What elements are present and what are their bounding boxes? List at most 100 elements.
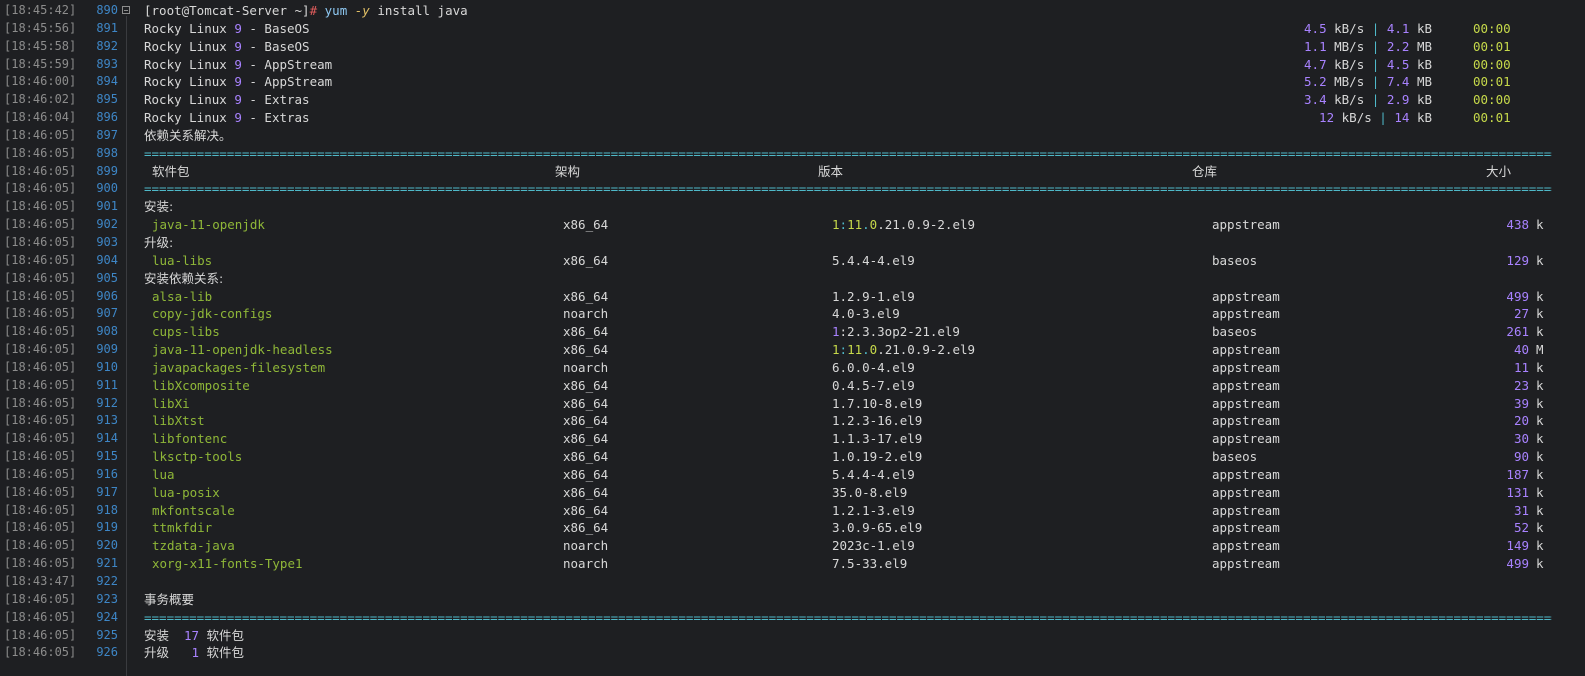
repo-distro: Rocky Linux	[144, 110, 235, 126]
line-number: 899	[96, 163, 118, 178]
version-rest: .21.0.9-2.el9	[877, 342, 976, 358]
terminal-line: [18:46:05] 904 lua-libs x86_64 5.4.4-4.el9 ba…	[0, 252, 1585, 270]
package-repo: appstream	[1212, 502, 1280, 518]
timestamp: [18:46:05]	[4, 181, 77, 196]
package-size-unit: M	[1536, 342, 1544, 358]
line-number: 895	[96, 92, 118, 107]
version-dot: .	[862, 217, 870, 233]
terminal-line: [18:46:05] 913 libXtst x86_64 1.2.3-16.el9 ap…	[0, 412, 1585, 430]
package-version: 4.0-3.el9	[832, 305, 900, 323]
rate-unit: kB/s	[1341, 110, 1372, 126]
terminal-line: [18:46:05] 926 升级 1 软件包	[0, 644, 1585, 662]
package-version: 1:11.0.21.0.9-2.el9	[832, 341, 975, 359]
package-arch: x86_64	[563, 252, 609, 268]
timestamp: [18:45:42]	[4, 3, 77, 17]
version-rest: 1.2.9-1.el9	[832, 288, 915, 304]
rate-value: 1.1	[1304, 38, 1327, 54]
package-version: 3.0.9-65.el9	[832, 519, 922, 537]
package-size-unit: k	[1536, 288, 1544, 304]
package-name: copy-jdk-configs	[152, 306, 273, 322]
repo-name: Rocky Linux 9 - AppStream	[144, 73, 332, 91]
package-name: libfontenc	[152, 431, 228, 447]
package-repo: appstream	[1212, 556, 1280, 572]
download-speed: 4.7 kB/s | 4.5 kB	[1304, 56, 1432, 74]
package-arch: x86_64	[563, 431, 609, 447]
line-number: 902	[96, 217, 118, 232]
version-epoch: 1	[832, 324, 840, 340]
timestamp: [18:46:05]	[4, 449, 77, 464]
separator: ========================================…	[144, 609, 1552, 625]
package-repo: appstream	[1212, 359, 1280, 375]
summary-title: 事务概要	[144, 591, 195, 607]
line-number: 916	[96, 466, 118, 481]
version-rest: 2023c-1.el9	[832, 538, 915, 554]
terminal-line: [18:46:05] 900 ===========================…	[0, 180, 1585, 198]
package-repo: baseos	[1212, 252, 1258, 268]
package-version: 0.4.5-7.el9	[832, 377, 915, 395]
timestamp: [18:46:05]	[4, 627, 77, 642]
package-version: 1:2.3.3op2-21.el9	[832, 323, 960, 341]
terminal-line: [18:46:05] 909 java-11-openjdk-headless x86…	[0, 341, 1585, 359]
timestamp: [18:46:05]	[4, 288, 77, 303]
package-size-unit: k	[1536, 359, 1544, 375]
version-rest: 6.0.0-4.el9	[832, 359, 915, 375]
terminal-line: [18:46:05] 915 lksctp-tools x86_64 1.0.19-2.…	[0, 448, 1585, 466]
terminal-line: [18:45:42] 890 [root@Tomcat-Server ~]# yum…	[0, 2, 1585, 20]
timestamp: [18:46:05]	[4, 466, 77, 481]
elapsed-time: 00:00	[1473, 56, 1511, 72]
package-size: 499	[1506, 288, 1529, 304]
terminal-line: [18:46:05] 899 软件包 架构 版本 仓库 大小	[0, 163, 1585, 181]
pipe: |	[1371, 38, 1380, 54]
package-name: xorg-x11-fonts-Type1	[152, 556, 303, 572]
version-rest: .21.0.9-2.el9	[877, 217, 976, 233]
download-speed: 1.1 MB/s | 2.2 MB	[1304, 38, 1432, 56]
version-epoch: 1	[832, 217, 840, 233]
rate-value: 5.2	[1304, 74, 1327, 90]
package-name: lua-posix	[152, 484, 220, 500]
fold-toggle-icon[interactable]	[122, 6, 130, 14]
package-version: 35.0-8.el9	[832, 484, 907, 502]
package-size-unit: k	[1536, 520, 1544, 536]
package-size: 131	[1506, 484, 1529, 500]
version-rest: 0.4.5-7.el9	[832, 377, 915, 393]
terminal-line: [18:43:47] 922	[0, 573, 1585, 591]
gutter-divider	[126, 16, 127, 676]
package-size-unit: k	[1536, 252, 1544, 268]
header-version: 版本	[818, 163, 844, 179]
terminal-line: [18:46:05] 898 ===========================…	[0, 145, 1585, 163]
header-arch: 架构	[555, 163, 581, 179]
repo-name: Rocky Linux 9 - BaseOS	[144, 20, 310, 38]
pipe: |	[1371, 20, 1380, 36]
package-name: libXi	[152, 395, 190, 411]
terminal-line: [18:46:05] 921 xorg-x11-fonts-Type1 noarch 7…	[0, 555, 1585, 573]
package-size: 129	[1506, 252, 1529, 268]
version-rest: 35.0-8.el9	[832, 484, 908, 500]
package-arch: x86_64	[563, 520, 609, 536]
package-arch: x86_64	[563, 342, 609, 358]
package-size: 149	[1506, 538, 1529, 554]
package-repo: appstream	[1212, 288, 1280, 304]
deps-resolved-text: 依赖关系解决。	[144, 127, 232, 143]
line-number: 922	[96, 574, 118, 588]
elapsed-time: 00:01	[1473, 38, 1511, 54]
header-size: 大小	[1486, 163, 1512, 179]
timestamp: [18:46:05]	[4, 377, 77, 392]
line-number: 911	[96, 377, 118, 392]
package-repo: baseos	[1212, 324, 1258, 340]
repo-channel: - Extras	[241, 110, 310, 126]
section-install: 安装:	[144, 199, 174, 215]
package-name: ttmkfdir	[152, 520, 213, 536]
repo-name: Rocky Linux 9 - AppStream	[144, 56, 332, 74]
line-number: 900	[96, 181, 118, 196]
timestamp: [18:46:04]	[4, 110, 77, 125]
size-unit: kB	[1416, 110, 1432, 126]
package-version: 1:11.0.21.0.9-2.el9	[832, 216, 975, 234]
version-rest: 3.0.9-65.el9	[832, 520, 923, 536]
timestamp: [18:45:56]	[4, 20, 77, 35]
package-size-unit: k	[1536, 502, 1544, 518]
pipe: |	[1371, 92, 1380, 108]
separator: ========================================…	[144, 181, 1552, 197]
terminal-line: [18:46:02] 895 Rocky Linux 9 - Extras 3.4 k…	[0, 91, 1585, 109]
terminal-line: [18:46:05] 919 ttmkfdir x86_64 3.0.9-65.el9 a…	[0, 519, 1585, 537]
size-unit: kB	[1416, 92, 1432, 108]
